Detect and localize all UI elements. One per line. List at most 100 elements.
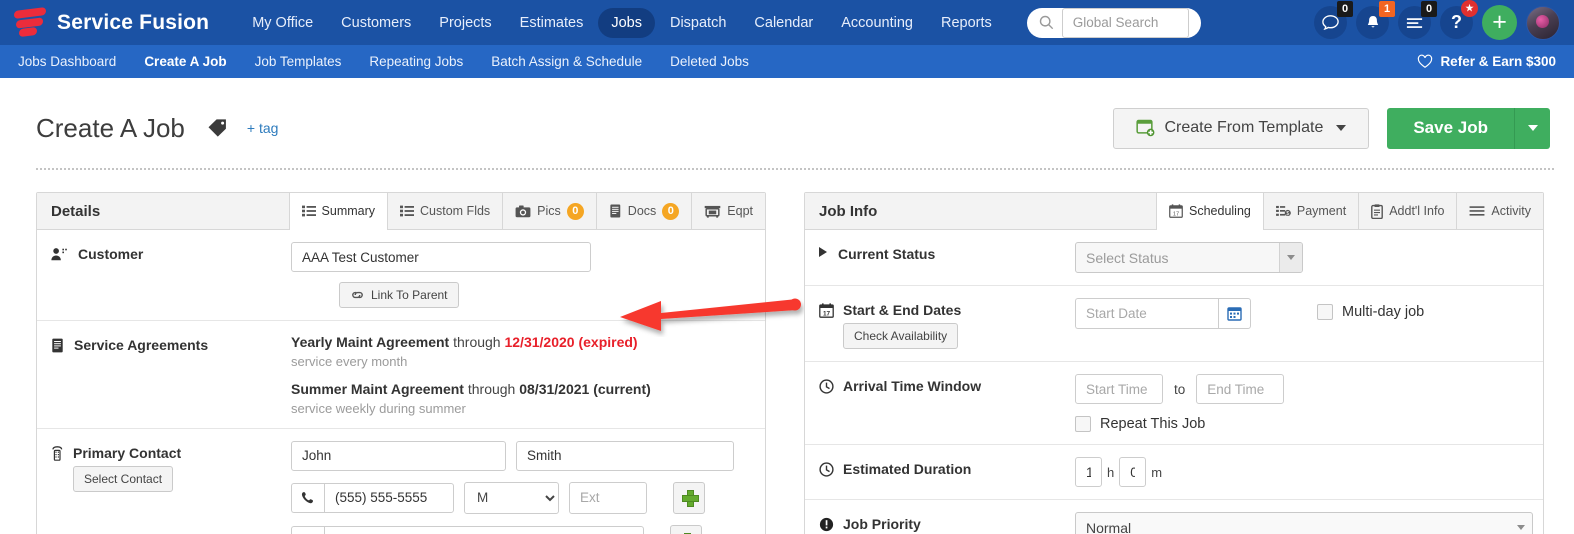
customer-row-body: Link To Parent	[291, 242, 751, 308]
tab-activity[interactable]: Activity	[1456, 193, 1543, 229]
nav-item-estimates[interactable]: Estimates	[507, 8, 597, 38]
phone-type-select[interactable]: M	[464, 481, 559, 514]
tab-eqpt-label: Eqpt	[727, 204, 753, 218]
triangle-right-icon[interactable]	[819, 247, 827, 257]
nav-item-projects[interactable]: Projects	[426, 8, 504, 38]
subnav-item-deleted-jobs[interactable]: Deleted Jobs	[656, 54, 763, 69]
save-job-button[interactable]: Save Job	[1387, 107, 1514, 149]
start-date-input[interactable]	[1075, 298, 1218, 329]
link-to-parent-label: Link To Parent	[371, 288, 448, 302]
nav-item-my-office[interactable]: My Office	[239, 8, 326, 38]
calendar-picker-button[interactable]	[1218, 298, 1251, 329]
current-status-label-group: Current Status	[819, 242, 1075, 273]
tab-summary-label: Summary	[321, 204, 376, 218]
user-avatar[interactable]	[1526, 5, 1560, 40]
start-end-dates-body: Multi-day job	[1075, 298, 1529, 349]
select-contact-button[interactable]: Select Contact	[73, 465, 174, 492]
arrival-time-window-body: to Repeat This Job	[1075, 374, 1529, 432]
service-agreement-date: 12/31/2020	[504, 334, 575, 350]
job-priority-select[interactable]: Normal	[1075, 512, 1533, 534]
tasks-menu-button[interactable]: 0	[1398, 1, 1437, 39]
notifications-button[interactable]: 1	[1356, 1, 1395, 39]
calendar-picker-icon	[1227, 307, 1242, 321]
refer-and-earn-link[interactable]: Refer & Earn $300	[1417, 54, 1556, 69]
quick-add-button[interactable]: +	[1482, 5, 1517, 40]
help-button[interactable]: ? ★	[1440, 0, 1478, 39]
tab-summary[interactable]: Summary	[288, 193, 388, 230]
nav-item-jobs[interactable]: Jobs	[598, 7, 655, 38]
create-from-template-button[interactable]: Create From Template	[1113, 107, 1370, 149]
add-email-button[interactable]	[670, 524, 702, 534]
duration-minutes-unit: m	[1151, 464, 1163, 480]
tab-docs[interactable]: Docs 0	[595, 193, 692, 229]
nav-item-calendar[interactable]: Calendar	[741, 8, 826, 38]
subnav-item-batch-assign-schedule[interactable]: Batch Assign & Schedule	[477, 54, 656, 69]
help-icon: ?	[1451, 12, 1462, 32]
link-to-parent-button[interactable]: Link To Parent	[339, 282, 459, 308]
template-icon	[1136, 119, 1155, 137]
main-nav-items: My Office Customers Projects Estimates J…	[239, 7, 1005, 38]
add-phone-button[interactable]	[673, 481, 705, 514]
subnav-item-jobs-dashboard[interactable]: Jobs Dashboard	[18, 54, 130, 69]
service-agreement-sub: service weekly during summer	[291, 400, 466, 416]
status-select[interactable]: Select Status	[1075, 242, 1303, 273]
service-agreements-list: Yearly Maint Agreement through 12/31/202…	[291, 333, 751, 416]
search-input[interactable]	[1061, 7, 1189, 38]
start-time-input[interactable]	[1075, 374, 1163, 404]
first-name-input[interactable]	[291, 440, 506, 471]
repeat-this-job-checkbox[interactable]	[1075, 416, 1091, 432]
details-panel: Details Summary Custom Flds Pics 0 Docs …	[36, 192, 766, 534]
details-panel-tabs: Summary Custom Flds Pics 0 Docs 0 Eqpt	[288, 193, 765, 230]
subnav-item-repeating-jobs[interactable]: Repeating Jobs	[355, 54, 477, 69]
activity-icon	[1469, 206, 1485, 216]
tag-icon[interactable]	[207, 118, 229, 138]
payment-icon: $	[1275, 205, 1291, 217]
nav-item-customers[interactable]: Customers	[328, 8, 424, 38]
nav-item-dispatch[interactable]: Dispatch	[657, 8, 739, 38]
nav-item-reports[interactable]: Reports	[928, 8, 1005, 38]
duration-hours-input[interactable]	[1075, 457, 1102, 487]
repeat-this-job-checkbox-wrap[interactable]: Repeat This Job	[1075, 416, 1529, 432]
phone-ext-input[interactable]	[569, 481, 647, 514]
global-search-box[interactable]	[1026, 7, 1201, 38]
duration-minutes-input[interactable]	[1119, 457, 1147, 487]
tab-addtl-info[interactable]: Addt'l Info	[1358, 193, 1457, 229]
customer-input[interactable]	[291, 242, 591, 272]
tab-scheduling[interactable]: 17 Scheduling	[1156, 193, 1263, 230]
subnav-item-create-a-job[interactable]: Create A Job	[130, 54, 240, 69]
contact-name-row	[291, 440, 751, 471]
document-icon	[610, 204, 621, 218]
tasks-badge: 0	[1421, 1, 1437, 17]
save-job-dropdown-button[interactable]	[1514, 107, 1550, 149]
job-info-panel-header: Job Info 17 Scheduling $ Payment Addt'l …	[805, 193, 1543, 230]
brand-logo[interactable]: Service Fusion	[14, 6, 210, 38]
end-time-input[interactable]	[1196, 374, 1285, 404]
estimated-duration-label: Estimated Duration	[843, 461, 972, 477]
flame-logo-icon	[14, 6, 48, 38]
multi-day-job-checkbox-wrap[interactable]: Multi-day job	[1317, 304, 1424, 320]
tab-payment-label: Payment	[1296, 204, 1347, 218]
multi-day-job-checkbox[interactable]	[1317, 304, 1333, 320]
chat-button[interactable]: 0	[1314, 1, 1353, 39]
tab-eqpt[interactable]: Eqpt	[691, 193, 765, 229]
customer-label-group: Customer	[51, 242, 291, 308]
add-tag-link[interactable]: + tag	[247, 120, 279, 136]
brand-name: Service Fusion	[57, 10, 210, 34]
page-title: Create A Job	[36, 112, 185, 143]
estimated-duration-body: h m	[1075, 457, 1529, 487]
check-availability-button[interactable]: Check Availability	[843, 323, 959, 349]
email-input[interactable]	[324, 525, 644, 534]
tab-payment[interactable]: $ Payment	[1262, 193, 1359, 229]
svg-text:17: 17	[823, 310, 831, 317]
phone-input[interactable]	[324, 482, 454, 513]
tab-pics[interactable]: Pics 0	[502, 193, 596, 229]
tab-custom-flds[interactable]: Custom Flds	[387, 193, 503, 229]
calendar-icon: 17	[1169, 204, 1183, 218]
subnav-item-job-templates[interactable]: Job Templates	[241, 54, 356, 69]
nav-item-accounting[interactable]: Accounting	[828, 8, 926, 38]
last-name-input[interactable]	[516, 440, 734, 471]
chat-badge: 0	[1337, 1, 1353, 17]
primary-contact-label: Primary Contact	[73, 444, 182, 461]
select-contact-label: Select Contact	[84, 471, 163, 486]
envelope-icon	[291, 525, 324, 534]
